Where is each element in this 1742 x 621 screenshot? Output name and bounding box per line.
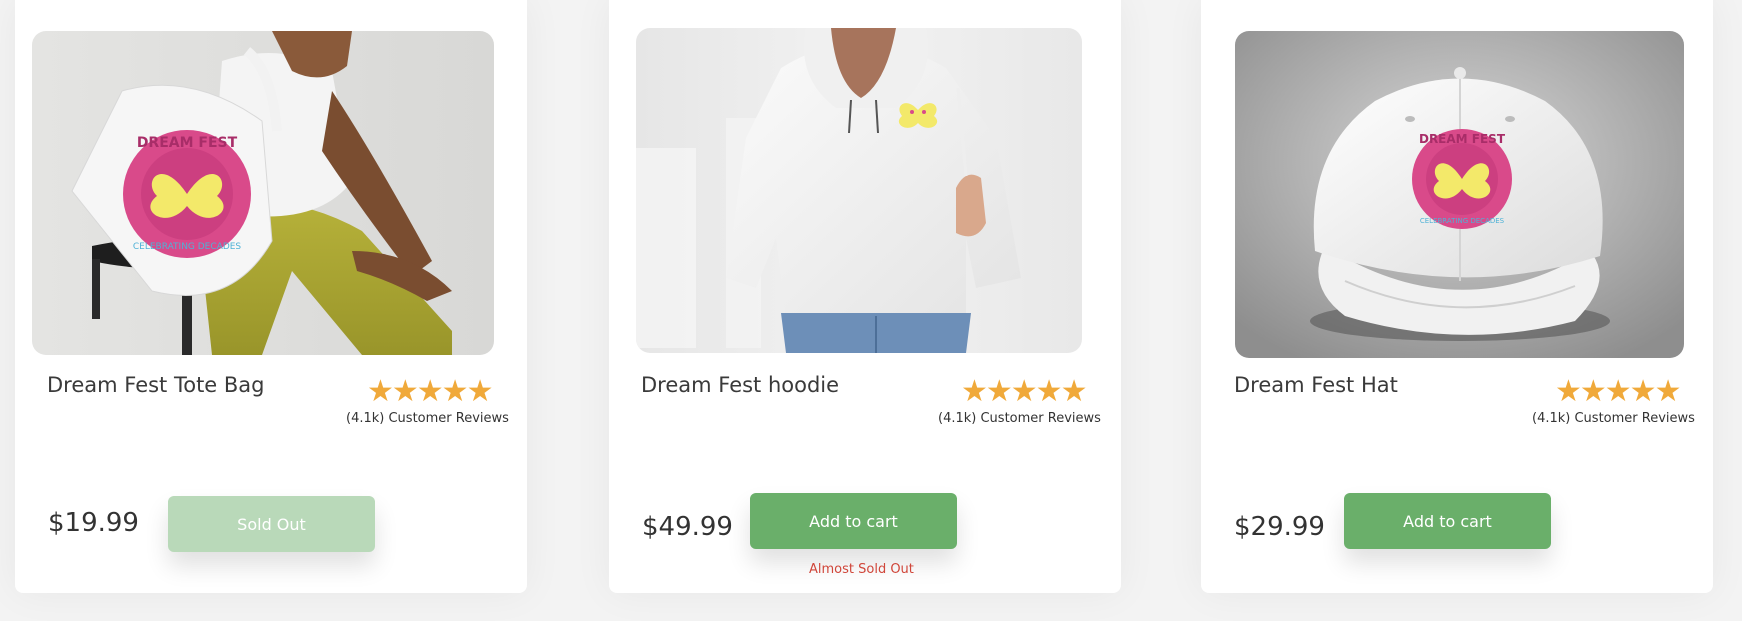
product-title[interactable]: Dream Fest hoodie bbox=[641, 373, 839, 397]
product-image-tote[interactable]: DREAM FEST CELEBRATING DECADES bbox=[32, 31, 494, 355]
sold-out-button: Sold Out bbox=[168, 496, 375, 552]
svg-text:CELEBRATING DECADES: CELEBRATING DECADES bbox=[1420, 217, 1505, 225]
stock-warning: Almost Sold Out bbox=[809, 562, 914, 577]
product-image-hat[interactable]: DREAM FEST CELEBRATING DECADES bbox=[1235, 31, 1684, 358]
add-to-cart-button[interactable]: Add to cart bbox=[1344, 493, 1551, 549]
product-card-hat: DREAM FEST CELEBRATING DECADES Dream Fes… bbox=[1201, 0, 1713, 593]
product-title[interactable]: Dream Fest Tote Bag bbox=[47, 373, 265, 397]
star-rating-icon: ★★★★★ bbox=[367, 374, 493, 409]
review-count[interactable]: (4.1k) Customer Reviews bbox=[1532, 411, 1695, 426]
add-to-cart-button[interactable]: Add to cart bbox=[750, 493, 957, 549]
product-image-hoodie[interactable] bbox=[636, 28, 1082, 353]
product-price: $29.99 bbox=[1234, 512, 1325, 542]
product-card-hoodie: Dream Fest hoodie ★★★★★ (4.1k) Customer … bbox=[609, 0, 1121, 593]
svg-text:DREAM FEST: DREAM FEST bbox=[1419, 132, 1506, 146]
star-rating-icon: ★★★★★ bbox=[1555, 374, 1681, 409]
product-title[interactable]: Dream Fest Hat bbox=[1234, 373, 1398, 397]
review-count[interactable]: (4.1k) Customer Reviews bbox=[346, 411, 509, 426]
svg-text:DREAM FEST: DREAM FEST bbox=[137, 135, 238, 151]
product-price: $49.99 bbox=[642, 512, 733, 542]
star-rating-icon: ★★★★★ bbox=[961, 374, 1087, 409]
review-count[interactable]: (4.1k) Customer Reviews bbox=[938, 411, 1101, 426]
svg-text:CELEBRATING DECADES: CELEBRATING DECADES bbox=[133, 242, 242, 252]
product-price: $19.99 bbox=[48, 508, 139, 538]
product-card-tote: DREAM FEST CELEBRATING DECADES Dream Fes… bbox=[15, 0, 527, 593]
